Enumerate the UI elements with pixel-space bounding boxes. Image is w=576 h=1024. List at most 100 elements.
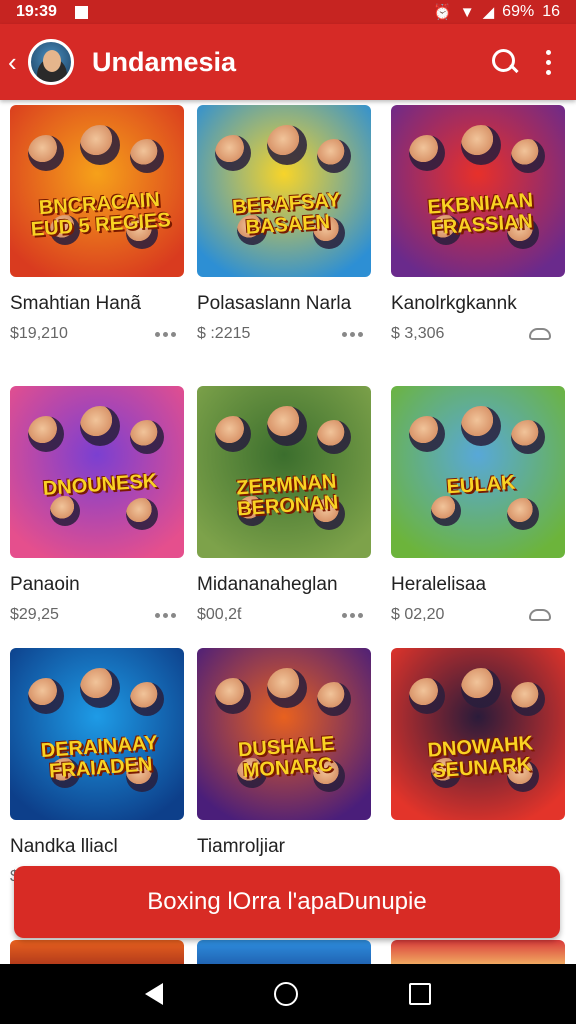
character-figure <box>431 496 461 526</box>
character-figure <box>267 668 307 708</box>
game-title: Polasaslann Narla <box>197 293 352 314</box>
thumbnail-banner: EULAK <box>446 472 517 499</box>
game-thumbnail[interactable]: EULAK <box>391 386 565 558</box>
more-vert-icon[interactable] <box>544 47 552 77</box>
character-figure <box>317 682 351 716</box>
nav-home-icon[interactable] <box>273 982 298 1006</box>
character-figure <box>461 406 501 446</box>
character-figure <box>409 416 445 452</box>
character-figure <box>28 678 64 714</box>
status-extra: 16 <box>542 3 560 20</box>
character-figure <box>130 682 164 716</box>
more-dots-icon[interactable] <box>155 331 176 337</box>
character-figure <box>130 420 164 454</box>
character-figure <box>511 420 545 454</box>
character-figure <box>80 668 120 708</box>
game-card[interactable]: DNOWAHK SEUNARK <box>391 648 565 820</box>
character-figure <box>126 498 158 530</box>
game-card[interactable]: ZERMNAN BERONAN Midananaheglan $00,2ƭ <box>197 386 371 624</box>
nav-recents-icon[interactable] <box>408 983 431 1005</box>
game-price: $ 3,306 <box>391 325 445 342</box>
game-thumbnail[interactable]: BNCRACAIN EUD 5 REGIES <box>10 105 184 277</box>
game-thumbnail[interactable]: DUSHALE MONARC <box>197 648 371 820</box>
character-figure <box>511 139 545 173</box>
game-grid: BNCRACAIN EUD 5 REGIES Smahtian Hanã $19… <box>0 100 576 964</box>
primary-action-button[interactable]: Boxing lOrra l'apaDunupie <box>14 866 560 938</box>
signal-icon: ◢ <box>482 4 495 21</box>
game-card[interactable]: DUSHALE MONARC Tiamroljiar <box>197 648 371 858</box>
character-figure <box>317 139 351 173</box>
nav-back-icon[interactable] <box>145 983 164 1005</box>
search-icon[interactable] <box>490 47 520 77</box>
status-time: 19:39 <box>16 3 57 20</box>
game-thumbnail[interactable]: BERAFSAY BASAEN <box>197 105 371 277</box>
cloud-icon[interactable] <box>529 328 551 340</box>
game-thumbnail-peek <box>391 940 565 964</box>
game-title: Smahtian Hanã <box>10 293 141 314</box>
status-icons: ⏰ ▼ ◢ 69% 16 <box>433 3 560 21</box>
character-figure <box>50 496 80 526</box>
more-dots-icon[interactable] <box>342 331 363 337</box>
game-title: Midananaheglan <box>197 574 338 595</box>
character-figure <box>267 125 307 165</box>
game-card[interactable]: EULAK Heralelisaa $ 02,20 <box>391 386 565 624</box>
wifi-icon: ▼ <box>459 3 475 21</box>
game-price-row: $ 02,20 <box>391 606 565 624</box>
game-thumbnail[interactable]: ZERMNAN BERONAN <box>197 386 371 558</box>
notification-icon <box>74 5 88 19</box>
game-card[interactable]: EKBNIAAN FRASSIAN Kanolrkgkannk $ 3,306 <box>391 105 565 343</box>
character-figure <box>215 678 251 714</box>
game-card[interactable]: DNOUNESK Panaoin $29,25 <box>10 386 184 624</box>
alarm-icon: ⏰ <box>433 4 452 21</box>
system-nav-bar <box>0 964 576 1024</box>
character-figure <box>409 678 445 714</box>
game-title: Tiamroljiar <box>197 836 285 857</box>
game-price: $29,25 <box>10 606 59 623</box>
game-thumbnail[interactable]: DNOUNESK <box>10 386 184 558</box>
more-dots-icon[interactable] <box>155 612 176 618</box>
game-thumbnail[interactable]: DNOWAHK SEUNARK <box>391 648 565 820</box>
page-title: Undamesia <box>92 46 237 77</box>
game-title: Kanolrkgkannk <box>391 293 517 314</box>
character-figure <box>28 416 64 452</box>
game-title: Panaoin <box>10 574 80 595</box>
game-price-row: $ 3,306 <box>391 325 565 343</box>
character-figure <box>267 406 307 446</box>
character-figure <box>130 139 164 173</box>
game-title: Heralelisaa <box>391 574 487 595</box>
character-figure <box>409 135 445 171</box>
game-price: $ 02,20 <box>391 606 445 623</box>
game-thumbnail-peek <box>197 940 371 964</box>
game-thumbnail[interactable]: DERAINAAY FRAIADEN <box>10 648 184 820</box>
thumbnail-banner: DNOUNESK <box>42 470 159 501</box>
game-card[interactable]: BNCRACAIN EUD 5 REGIES Smahtian Hanã $19… <box>10 105 184 343</box>
character-figure <box>317 420 351 454</box>
avatar[interactable] <box>28 39 74 85</box>
battery-text: 69% <box>502 3 535 20</box>
character-figure <box>461 668 501 708</box>
character-figure <box>28 135 64 171</box>
game-thumbnail-peek <box>10 940 184 964</box>
status-bar: 19:39 ⏰ ▼ ◢ 69% 16 <box>0 0 576 24</box>
character-figure <box>507 498 539 530</box>
game-price: $00,2ƭ <box>197 606 242 623</box>
character-figure <box>461 125 501 165</box>
game-price-row: $19,210 <box>10 325 184 343</box>
character-figure <box>80 406 120 446</box>
game-title: Nandka lliacl <box>10 836 118 857</box>
game-price-row: $ :2215 <box>197 325 371 343</box>
game-thumbnail[interactable]: EKBNIAAN FRASSIAN <box>391 105 565 277</box>
app-bar: ‹ Undamesia <box>0 24 576 100</box>
character-figure <box>215 135 251 171</box>
character-figure <box>215 416 251 452</box>
character-figure <box>511 682 545 716</box>
game-price-row: $00,2ƭ <box>197 606 371 624</box>
cloud-icon[interactable] <box>529 609 551 621</box>
game-price: $19,210 <box>10 325 68 342</box>
more-dots-icon[interactable] <box>342 612 363 618</box>
game-price: $ :2215 <box>197 325 251 342</box>
game-card[interactable]: DERAINAAY FRAIADEN Nandka lliacl $ 0 <box>10 648 184 886</box>
game-card[interactable]: BERAFSAY BASAEN Polasaslann Narla $ :221… <box>197 105 371 343</box>
back-arrow-icon[interactable]: ‹ <box>8 47 26 78</box>
game-price-row: $29,25 <box>10 606 184 624</box>
